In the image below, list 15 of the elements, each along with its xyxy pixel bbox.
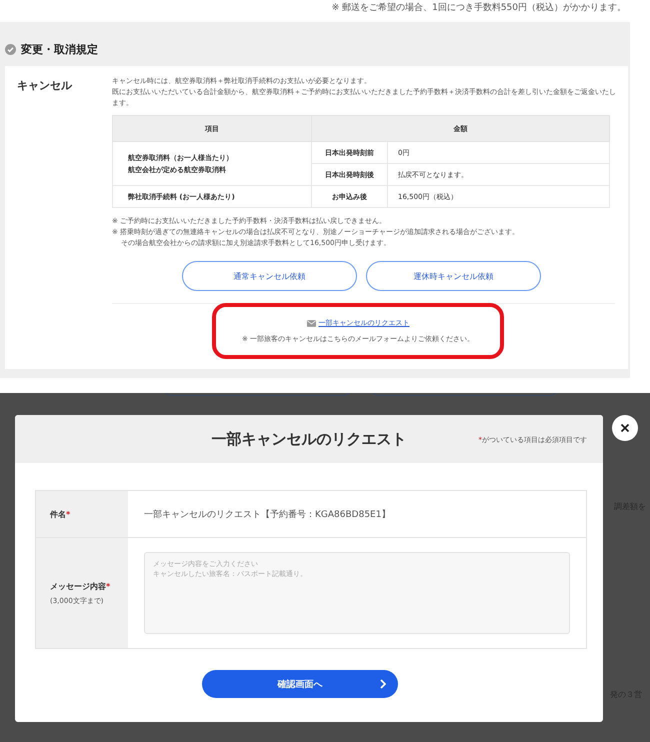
chevron-right-icon [380, 679, 386, 689]
confirm-button[interactable]: 確認画面へ [202, 670, 398, 698]
cancel-request-button[interactable]: 運休時キャンセル依頼 [366, 261, 541, 291]
cancel-label: キャンセル [17, 78, 73, 94]
note-text: ※ 郵送をご希望の場合、1回につき手数料550円（税込）がかかります。 [332, 2, 626, 14]
mail-icon [306, 320, 316, 326]
cancel-request-button[interactable]: 通常キャンセル依頼 [182, 261, 357, 291]
check-circle-icon [5, 44, 16, 54]
field-label: 件名* [50, 508, 72, 520]
modal-title: 一部キャンセルのリクエスト [212, 430, 406, 448]
section-title: 変更・取消規定 [21, 42, 98, 56]
field-label: メッセージ内容* [50, 580, 112, 592]
close-button[interactable] [612, 415, 638, 441]
subject-value: 一部キャンセルのリクエスト【予約番号：KGA86BD85E1】 [144, 508, 390, 520]
close-icon [620, 423, 630, 433]
